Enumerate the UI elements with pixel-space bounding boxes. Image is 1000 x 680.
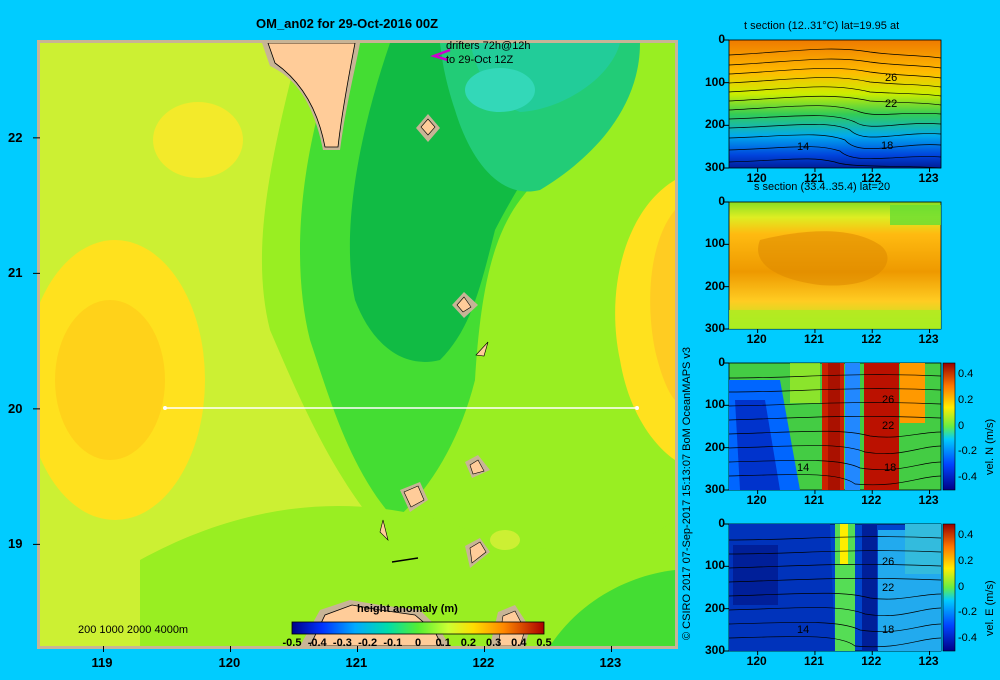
v-contour-label: 22 [882,420,895,432]
v-contour-label: 14 [797,462,810,474]
vel-e-label: vel. E (m/s) [984,580,996,636]
colorbar-tick-label: 0.4 [511,637,527,649]
panel-lon-tick-label: 121 [803,654,824,668]
panel-lon-tick-label: 122 [861,171,882,185]
panel-lon-tick-label: 123 [918,171,939,185]
vel-cbar-tick-label: 0.2 [958,554,974,567]
panel-lon-tick-label: 121 [803,493,824,507]
depth-tick-label: 300 [704,482,725,496]
panel-lon-tick-label: 120 [746,493,767,507]
panel-lon-tick-label: 122 [861,493,882,507]
colorbar-tick-label: 0.2 [460,637,477,649]
panel-lon-tick-label: 121 [803,332,824,346]
panel-lon-tick-label: 123 [918,654,939,668]
v-contour-label: 26 [882,394,895,406]
ssh-colorbar [291,621,545,635]
vel-cbar-tick-label: -0.2 [958,445,977,458]
figure-canvas [33,39,956,655]
colorbar-tick-label: -0.5 [282,637,302,649]
vel-n-label: vel. N (m/s) [984,418,996,475]
depth-tick-label: 100 [704,397,725,412]
map-lat-tick-label: 22 [8,129,23,145]
map-lat-tick-label: 21 [8,265,23,281]
map-lat-tick-label: 19 [8,536,23,552]
panel-lon-tick-label: 122 [861,332,882,346]
vel-cbar-tick-label: -0.4 [958,471,977,483]
vel-e-colorbar [942,523,956,652]
depth-tick-label: 0 [718,516,725,530]
panel-lon-tick-label: 120 [746,332,767,346]
s-section-panel [728,201,942,330]
t-contour-label: 26 [885,72,898,84]
map-lon-tick-label: 120 [218,655,241,670]
section-end-marker [635,406,639,410]
map-lon-tick-label: 121 [345,655,368,670]
map-lon-tick-label: 123 [599,655,622,670]
map-lat-tick-label: 20 [8,400,23,416]
depth-tick-label: 200 [704,117,725,132]
panel-lon-tick-label: 120 [746,171,767,185]
vel-cbar-tick-label: 0 [958,580,965,593]
depth-tick-label: 200 [704,278,725,293]
t-contour-label: 14 [797,141,810,153]
section-start-marker [163,406,167,410]
depth-tick-label: 300 [704,160,725,174]
map-lon-tick-label: 122 [472,655,495,670]
colorbar-tick-label: -0.2 [358,637,378,649]
depth-tick-label: 100 [704,558,725,573]
vel-cbar-tick-label: 0 [958,419,965,432]
panel-lon-tick-label: 123 [918,493,939,507]
depth-tick-label: 100 [704,236,725,251]
map-panel [37,40,678,649]
drifter-note-2: to 29-Oct 12Z [446,54,514,66]
colorbar-tick-label: -0.3 [332,637,352,649]
depth-legend: 200 1000 2000 4000m [78,624,189,636]
depth-tick-label: 200 [704,600,725,615]
drifter-note-1: drifters 72h@12h [446,40,531,52]
panel-lon-tick-label: 122 [861,654,882,668]
colorbar-tick-label: 0.1 [435,637,451,649]
u-contour-label: 22 [882,582,895,594]
depth-tick-label: 0 [718,355,725,369]
u-contour-label: 14 [797,624,810,636]
u-section-panel [728,523,956,652]
vel-n-colorbar [942,362,956,491]
panel-lon-tick-label: 120 [746,654,767,668]
vel-cbar-tick-label: 0.4 [958,529,974,541]
u-contour-label: 18 [882,624,895,636]
map-title: OM_an02 for 29-Oct-2016 00Z [256,16,439,31]
colorbar-tick-label: 0.3 [485,637,502,649]
depth-tick-label: 200 [704,439,725,454]
u-contour-label: 26 [882,556,895,568]
vel-cbar-tick-label: 0.4 [958,368,974,380]
vel-cbar-tick-label: 0.2 [958,393,974,406]
colorbar-tick-label: 0.5 [536,637,552,649]
panel-lon-tick-label: 123 [918,332,939,346]
t-contour-label: 18 [881,140,894,152]
depth-tick-label: 300 [704,321,725,335]
map-lon-tick-label: 119 [91,655,113,670]
vel-cbar-tick-label: -0.2 [958,606,977,619]
t-contour-label: 22 [885,98,898,110]
ssh-field [40,43,675,646]
depth-tick-label: 0 [718,32,725,46]
panel-lon-tick-label: 121 [803,171,824,185]
credit-text: © CSIRO 2017 07-Sep-2017 15:13:07 BoM Oc… [681,346,693,640]
v-section-panel [728,362,956,491]
v-contour-label: 18 [884,462,897,474]
t-section-panel [728,39,942,169]
vel-cbar-tick-label: -0.4 [958,632,977,644]
colorbar-tick-label: -0.4 [307,637,327,649]
depth-tick-label: 300 [704,643,725,657]
depth-tick-label: 100 [704,74,725,89]
depth-tick-label: 0 [718,194,725,208]
colorbar-tick-label: -0.1 [383,637,403,649]
colorbar-title: height anomaly (m) [357,603,458,615]
t-section-title: t section (12..31°C) lat=19.95 at [744,20,900,32]
colorbar-tick-label: 0 [414,637,422,649]
